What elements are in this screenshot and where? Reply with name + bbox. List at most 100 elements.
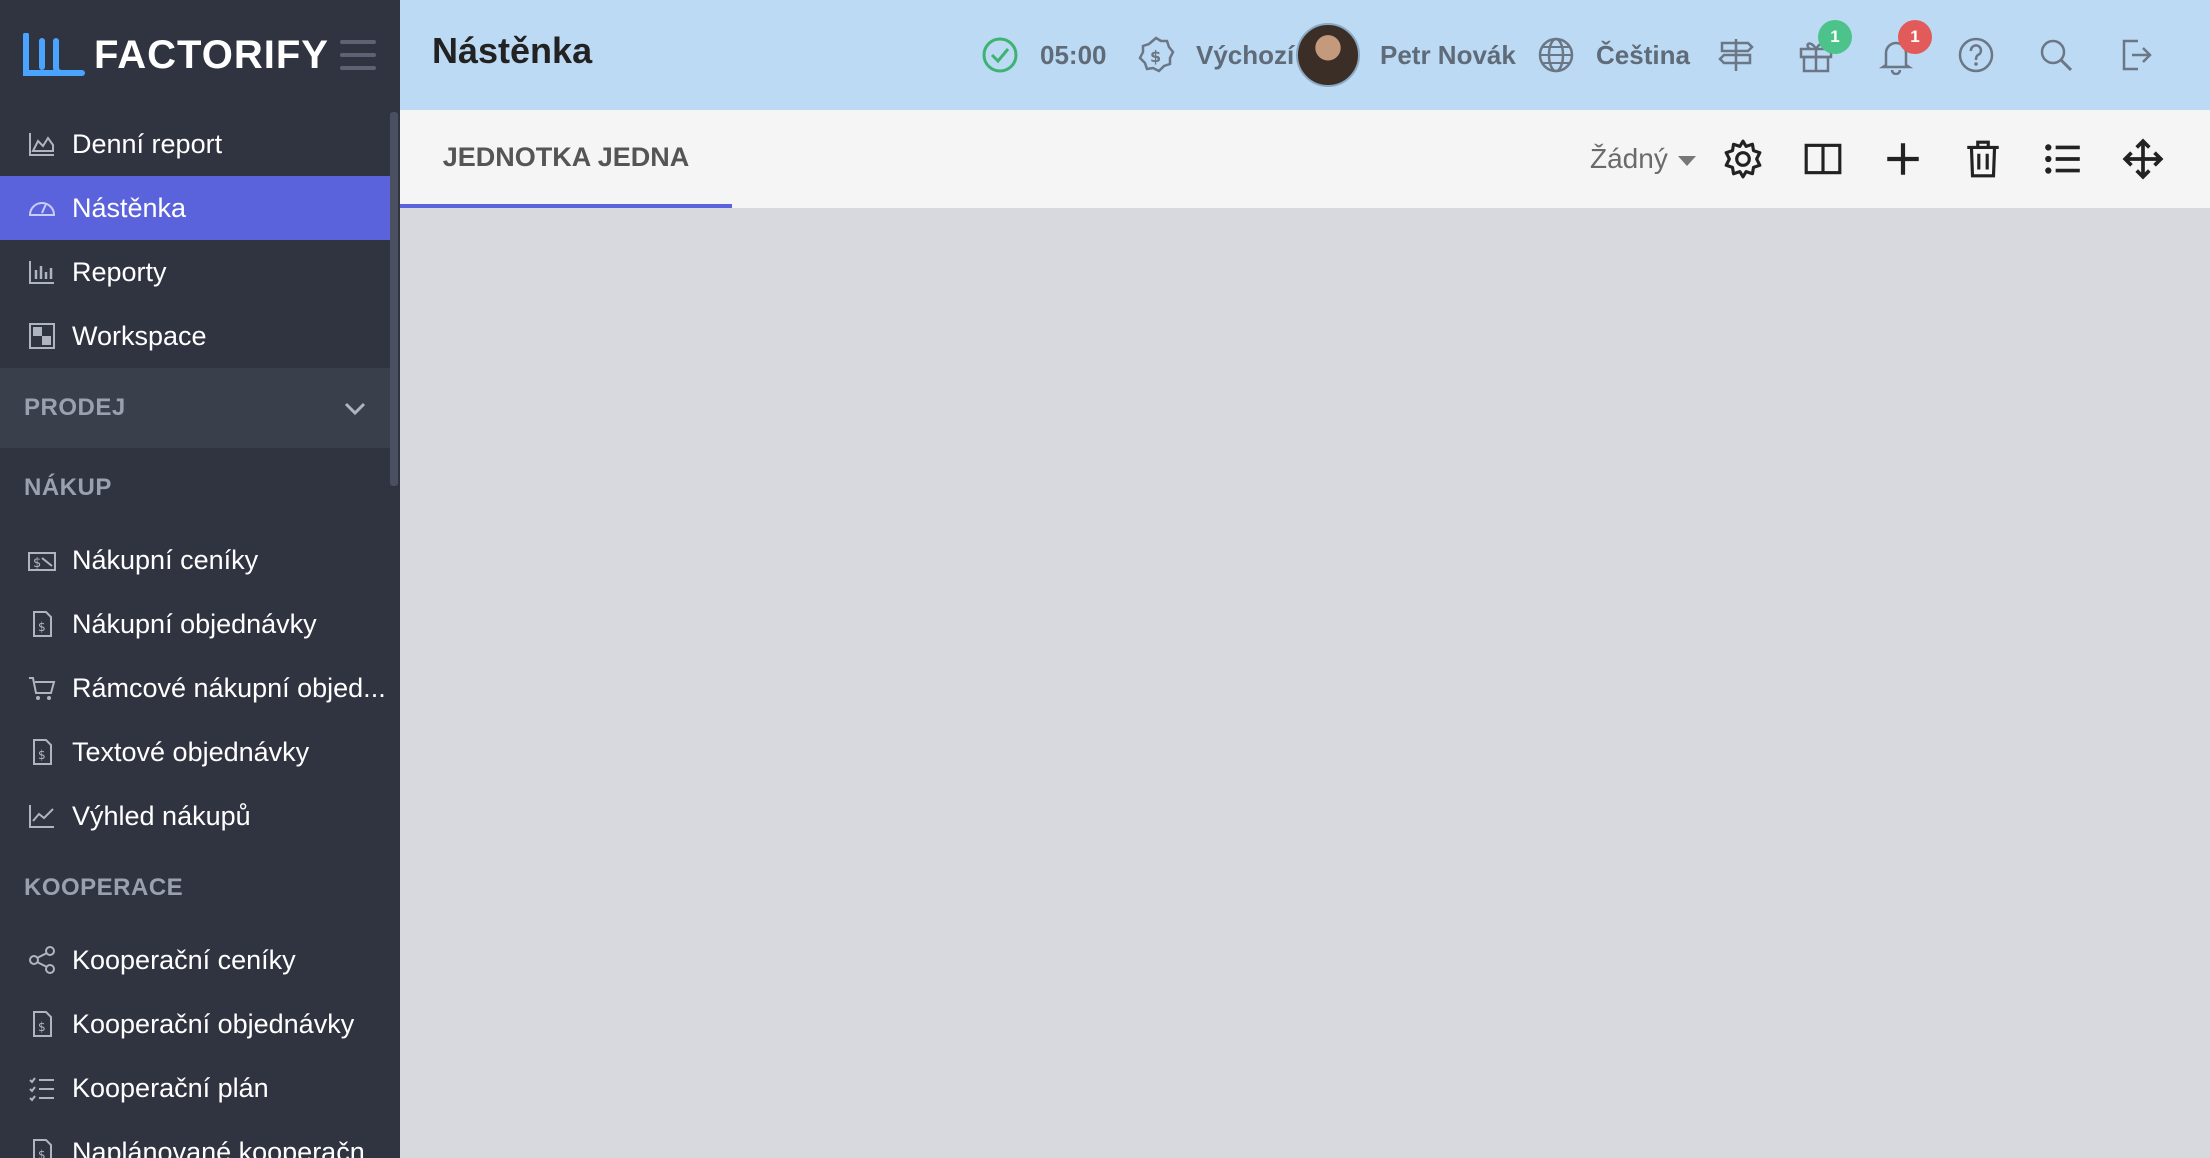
invoice-icon: $: [26, 1136, 58, 1158]
cart-icon: [26, 672, 58, 704]
move-button[interactable]: [2118, 134, 2168, 184]
sidebar-item-kooperacni-plan[interactable]: Kooperační plán: [0, 1056, 390, 1120]
svg-text:$: $: [38, 620, 46, 634]
sidebar-item-denni-report[interactable]: Denní report: [0, 112, 390, 176]
svg-text:$: $: [1150, 47, 1161, 66]
delete-button[interactable]: [1958, 134, 2008, 184]
invoice-icon: $: [26, 736, 58, 768]
line-chart-icon: [26, 800, 58, 832]
globe-icon: [1538, 37, 1574, 73]
factorify-logo-icon: [23, 33, 85, 76]
list-view-button[interactable]: [2038, 134, 2088, 184]
sidebar-item-workspace[interactable]: Workspace: [0, 304, 390, 368]
tab-jednotka-jedna[interactable]: JEDNOTKA JEDNA: [400, 110, 732, 208]
section-title: PRODEJ: [24, 394, 126, 421]
sidebar-item-label: Nákupní ceníky: [72, 544, 259, 575]
sidebar-item-textove-objednavky[interactable]: $ Textové objednávky: [0, 720, 390, 784]
shift-status[interactable]: [980, 0, 1020, 110]
gear-icon: [1724, 139, 1762, 179]
dollar-badge-icon: $: [1138, 36, 1175, 73]
area-chart-icon: [26, 128, 58, 160]
currency-icon-wrap[interactable]: $: [1136, 0, 1176, 110]
sidebar-item-kooperacni-objednavky[interactable]: $ Kooperační objednávky: [0, 992, 390, 1056]
brand-name: FACTORIFY: [94, 32, 329, 77]
invoice-icon: $: [26, 1008, 58, 1040]
sidebar-item-label: Reporty: [72, 256, 167, 287]
section-prodej[interactable]: PRODEJ: [0, 368, 390, 448]
sidebar-item-label: Textové objednávky: [72, 736, 310, 767]
sidebar-item-kooperacni-ceniky[interactable]: Kooperační ceníky: [0, 928, 390, 992]
bar-chart-icon: [26, 256, 58, 288]
svg-text:$: $: [38, 1148, 46, 1158]
add-widget-button[interactable]: [1878, 134, 1928, 184]
dashboard-tabbar: JEDNOTKA JEDNA Žádný: [400, 110, 2210, 208]
filter-select[interactable]: Žádný: [1590, 110, 1696, 208]
logout-icon: [2122, 39, 2152, 71]
sidebar-scrollbar[interactable]: [390, 112, 398, 486]
search-button[interactable]: [2036, 0, 2076, 110]
sidebar-item-nastenka[interactable]: Nástěnka: [0, 176, 390, 240]
sidebar-item-label: Rámcové nákupní objed...: [72, 672, 386, 703]
notifications-button[interactable]: [1876, 0, 1916, 110]
sidebar-item-label: Kooperační ceníky: [72, 944, 296, 975]
help-button[interactable]: [1956, 0, 1996, 110]
sidebar-item-nakupni-objednavky[interactable]: $ Nákupní objednávky: [0, 592, 390, 656]
user-avatar-wrap[interactable]: [1296, 0, 1360, 110]
split-view-button[interactable]: [1798, 134, 1848, 184]
menu-toggle-icon[interactable]: [340, 40, 376, 70]
gifts-button[interactable]: [1796, 0, 1836, 110]
currency-label[interactable]: Výchozí: [1196, 0, 1294, 110]
filter-select-value: Žádný: [1590, 143, 1668, 174]
section-title: NÁKUP: [24, 474, 112, 501]
sidebar-item-nakupni-ceniky[interactable]: $ Nákupní ceníky: [0, 528, 390, 592]
gifts-badge: 1: [1818, 20, 1852, 54]
sidebar-item-label: Workspace: [72, 320, 207, 351]
sidebar-item-label: Naplánované kooperačn: [72, 1136, 365, 1158]
sidebar-item-reporty[interactable]: Reporty: [0, 240, 390, 304]
columns-icon: [1804, 143, 1842, 175]
language-label[interactable]: Čeština: [1596, 0, 1690, 110]
avatar[interactable]: [1296, 23, 1360, 87]
section-kooperace: KOOPERACE: [0, 848, 390, 928]
checklist-icon: [26, 1072, 58, 1104]
logout-button[interactable]: [2116, 0, 2156, 110]
share-icon: [26, 944, 58, 976]
settings-button[interactable]: [1718, 134, 1768, 184]
check-circle-icon: [982, 37, 1018, 73]
sidebar-item-label: Kooperační plán: [72, 1072, 269, 1103]
section-nakup: NÁKUP: [0, 448, 390, 528]
sidebar-item-label: Kooperační objednávky: [72, 1008, 355, 1039]
workspace-icon: [26, 320, 58, 352]
sidebar-item-label: Výhled nákupů: [72, 800, 251, 831]
page-title: Nástěnka: [432, 30, 593, 71]
sidebar-item-naplanovane-kooperace[interactable]: $ Naplánované kooperačn: [0, 1120, 390, 1158]
dashboard-canvas: [400, 208, 2210, 1158]
sidebar-item-label: Denní report: [72, 128, 223, 159]
list-icon: [2045, 144, 2080, 174]
sidebar-item-label: Nástěnka: [72, 192, 187, 223]
help-icon: [1958, 37, 1994, 73]
caret-down-icon: [1677, 156, 1696, 166]
chevron-down-icon: [344, 402, 366, 416]
search-icon: [2040, 39, 2073, 72]
svg-text:$: $: [38, 1020, 46, 1034]
sidebar-item-ramcove-nakupni-objednavky[interactable]: Rámcové nákupní objed...: [0, 656, 390, 720]
user-name[interactable]: Petr Novák: [1380, 0, 1516, 110]
signpost-button[interactable]: [1716, 0, 1756, 110]
invoice-icon: $: [26, 608, 58, 640]
price-tag-icon: $: [26, 544, 58, 576]
trash-icon: [1967, 140, 1999, 178]
plus-icon: [1887, 143, 1919, 175]
signpost-icon: [1718, 39, 1754, 71]
sidebar: FACTORIFY Denní report Nástěnka Reporty …: [0, 0, 400, 1158]
notifications-badge: 1: [1898, 20, 1932, 54]
shift-time[interactable]: 05:00: [1040, 0, 1107, 110]
sidebar-item-label: Nákupní objednávky: [72, 608, 317, 639]
top-header: Nástěnka 05:00 $ Výchozí Petr Novák Češt…: [400, 0, 2210, 110]
dashboard-gauge-icon: [26, 192, 58, 224]
svg-text:$: $: [38, 748, 46, 762]
sidebar-item-vyhled-nakupu[interactable]: Výhled nákupů: [0, 784, 390, 848]
svg-text:$: $: [33, 556, 41, 571]
section-title: KOOPERACE: [24, 874, 184, 901]
language-icon-wrap[interactable]: [1536, 0, 1576, 110]
